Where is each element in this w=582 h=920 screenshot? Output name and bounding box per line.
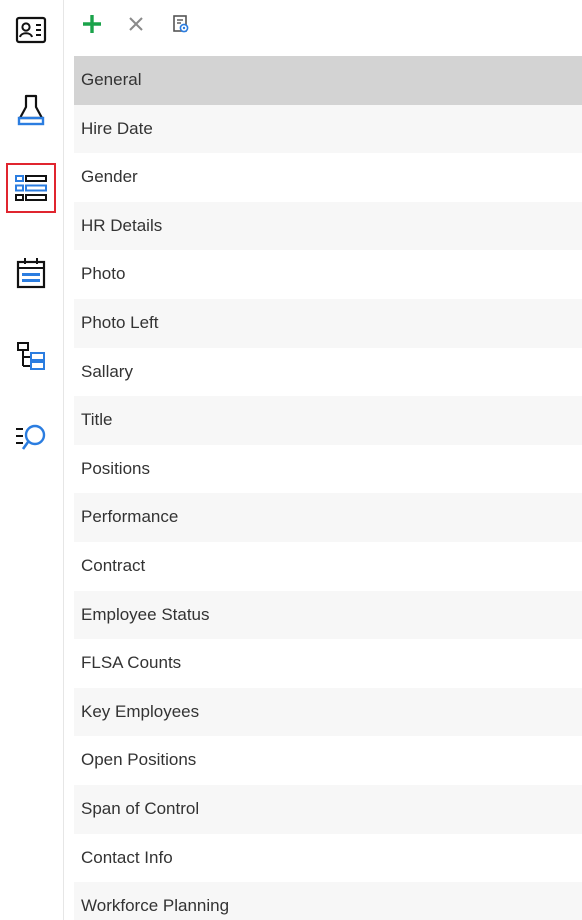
calendar-board-icon: [15, 256, 47, 290]
list-item[interactable]: Contract: [74, 542, 582, 591]
list-item[interactable]: Gender: [74, 153, 582, 202]
list-item[interactable]: Positions: [74, 445, 582, 494]
rail-button-contact[interactable]: [6, 5, 56, 55]
tree-structure-icon: [15, 340, 47, 372]
list-item[interactable]: Contact Info: [74, 834, 582, 883]
close-icon: [127, 15, 145, 38]
list-item[interactable]: Title: [74, 396, 582, 445]
rail-button-tree[interactable]: [6, 331, 56, 381]
contact-card-icon: [15, 16, 47, 44]
document-settings-icon: [172, 14, 190, 39]
plus-icon: [81, 13, 103, 40]
list-item[interactable]: Key Employees: [74, 687, 582, 737]
app-window: General Hire Date Gender HR Details Photo Pho…: [0, 0, 582, 920]
list-item[interactable]: FLSA Counts: [74, 639, 582, 688]
rail-button-search[interactable]: [6, 413, 56, 463]
paint-brush-icon: [16, 93, 46, 127]
side-rail: [0, 0, 64, 920]
field-list: General Hire Date Gender HR Details Photo Pho…: [74, 56, 582, 920]
list-item[interactable]: Hire Date: [74, 104, 582, 154]
list-item[interactable]: HR Details: [74, 201, 582, 251]
list-item[interactable]: Photo Left: [74, 298, 582, 348]
list-item[interactable]: General: [74, 56, 582, 105]
add-button[interactable]: [76, 10, 108, 42]
toolbar: [64, 0, 582, 56]
rail-button-style[interactable]: [6, 85, 56, 135]
list-item[interactable]: Performance: [74, 493, 582, 542]
list-item[interactable]: Employee Status: [74, 590, 582, 640]
delete-button[interactable]: [120, 10, 152, 42]
rail-button-calendar[interactable]: [6, 248, 56, 298]
list-item[interactable]: Span of Control: [74, 784, 582, 834]
search-list-icon: [14, 422, 48, 454]
list-view-icon: [14, 173, 48, 203]
list-item[interactable]: Open Positions: [74, 736, 582, 785]
list-item[interactable]: Sallary: [74, 348, 582, 397]
list-item[interactable]: Photo: [74, 250, 582, 299]
properties-button[interactable]: [165, 10, 197, 42]
list-item[interactable]: Workforce Planning: [74, 882, 582, 920]
rail-button-list[interactable]: [6, 163, 56, 213]
